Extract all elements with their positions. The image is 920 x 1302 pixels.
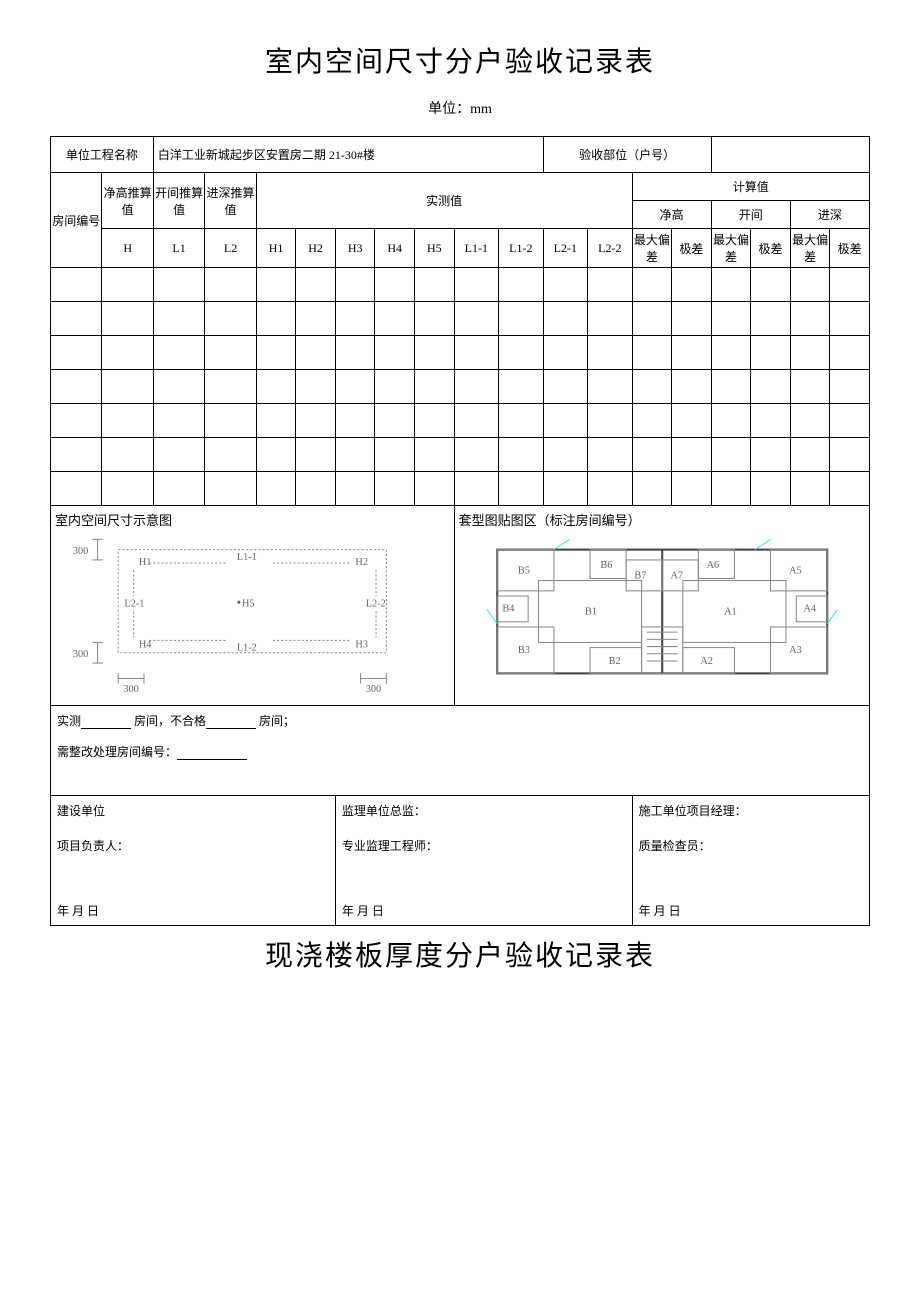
svg-text:A6: A6 (706, 560, 719, 571)
project-name-label: 单位工程名称 (51, 137, 154, 173)
svg-text:A5: A5 (789, 565, 802, 576)
svg-text:B1: B1 (584, 607, 596, 618)
main-table: 单位工程名称 白洋工业新城起步区安置房二期 21-30#楼 验收部位（户号） 房… (50, 136, 870, 926)
svg-text:B5: B5 (517, 565, 529, 576)
svg-text:H4: H4 (139, 640, 152, 651)
col-H4: H4 (375, 229, 415, 268)
summary-cell: 实测 房间，不合格 房间； 需整改处理房间编号： (51, 706, 870, 796)
diagram-right: 套型图贴图区（标注房间编号） B5 B6 B7 B4 B1 B3 B2 A7 A… (454, 506, 869, 706)
col-H3: H3 (335, 229, 375, 268)
summary-line1-a: 实测 (57, 714, 81, 728)
table-row (51, 336, 870, 370)
col-neth-design: 净高推算值 (102, 173, 153, 229)
sig-3b: 质量检查员： (639, 837, 863, 854)
sig-col-1: 建设单位 项目负责人： 年 月 日 (51, 796, 336, 926)
col-maxdev-2: 最大偏差 (711, 229, 751, 268)
col-L2-2: L2-2 (588, 229, 633, 268)
sig-3a: 施工单位项目经理： (639, 802, 863, 819)
svg-text:L1-2: L1-2 (237, 643, 257, 654)
unit-label: 单位：mm (50, 98, 870, 118)
col-room-no: 房间编号 (51, 173, 102, 268)
sig-col-2: 监理单位总监： 专业监理工程师： 年 月 日 (335, 796, 632, 926)
svg-text:B4: B4 (502, 604, 514, 615)
svg-text:L1-1: L1-1 (237, 552, 257, 563)
sig-date-2: 年 月 日 (342, 902, 384, 919)
sig-col-3: 施工单位项目经理： 质量检查员： 年 月 日 (632, 796, 869, 926)
diagram-left: 室内空间尺寸示意图 H1 H2 H3 H4 H5 L1-1 L1-2 L2-1 … (51, 506, 455, 706)
svg-text:300: 300 (366, 684, 381, 694)
sig-date-1: 年 月 日 (57, 902, 99, 919)
summary-line2-a: 需整改处理房间编号： (57, 745, 177, 759)
svg-text:B7: B7 (634, 571, 646, 582)
svg-text:H3: H3 (355, 640, 368, 651)
svg-text:A4: A4 (803, 604, 816, 615)
col-range-2: 极差 (751, 229, 791, 268)
sig-date-3: 年 月 日 (639, 902, 681, 919)
svg-text:A7: A7 (670, 571, 683, 582)
page-title-2: 现浇楼板厚度分户验收记录表 (50, 934, 870, 974)
svg-text:B6: B6 (600, 560, 612, 571)
svg-text:A2: A2 (700, 656, 713, 667)
table-row (51, 302, 870, 336)
col-range-3: 极差 (830, 229, 870, 268)
svg-text:A3: A3 (789, 645, 802, 656)
col-L1-1: L1-1 (454, 229, 499, 268)
summary-line1-b: 房间，不合格 (134, 714, 206, 728)
col-H2: H2 (296, 229, 336, 268)
sig-1a: 建设单位 (57, 802, 329, 819)
col-measured: 实测值 (256, 173, 632, 229)
col-maxdev-1: 最大偏差 (632, 229, 672, 268)
col-H1: H1 (256, 229, 296, 268)
svg-text:B2: B2 (608, 656, 620, 667)
inspect-part-label: 验收部位（户号） (543, 137, 711, 173)
sig-2b: 专业监理工程师： (342, 837, 626, 854)
summary-line1-c: 房间； (259, 714, 295, 728)
col-range-1: 极差 (672, 229, 712, 268)
svg-text:L2-1: L2-1 (124, 598, 144, 609)
col-L2: L2 (205, 229, 256, 268)
col-span: 开间 (711, 201, 790, 229)
diagram-right-label: 套型图贴图区（标注房间编号） (459, 510, 865, 529)
svg-text:H5: H5 (242, 598, 255, 609)
svg-text:L2-2: L2-2 (366, 598, 386, 609)
page-title: 室内空间尺寸分户验收记录表 (50, 40, 870, 80)
col-neth: 净高 (632, 201, 711, 229)
inspect-part-value (711, 137, 869, 173)
svg-text:300: 300 (73, 649, 88, 660)
sig-2a: 监理单位总监： (342, 802, 626, 819)
project-name-value: 白洋工业新城起步区安置房二期 21-30#楼 (153, 137, 543, 173)
diagram-left-label: 室内空间尺寸示意图 (55, 510, 450, 529)
dimension-diagram-icon: H1 H2 H3 H4 H5 L1-1 L1-2 L2-1 L2-2 300 (55, 529, 450, 694)
svg-text:H2: H2 (355, 557, 368, 568)
col-calc: 计算值 (632, 173, 869, 201)
col-maxdev-3: 最大偏差 (790, 229, 830, 268)
svg-text:B3: B3 (517, 645, 529, 656)
col-span-design: 开间推算值 (153, 173, 204, 229)
table-row (51, 370, 870, 404)
table-row (51, 268, 870, 302)
col-L1-2: L1-2 (499, 229, 544, 268)
col-H5: H5 (415, 229, 455, 268)
svg-text:300: 300 (123, 684, 138, 694)
floorplan-icon: B5 B6 B7 B4 B1 B3 B2 A7 A6 A5 A1 A4 A3 A… (459, 529, 865, 694)
col-L2-1: L2-1 (543, 229, 588, 268)
table-row (51, 438, 870, 472)
col-L1: L1 (153, 229, 204, 268)
table-row (51, 404, 870, 438)
col-H: H (102, 229, 153, 268)
col-depth: 进深 (790, 201, 869, 229)
table-row (51, 472, 870, 506)
col-depth-design: 进深推算值 (205, 173, 256, 229)
svg-text:A1: A1 (724, 607, 737, 618)
svg-text:300: 300 (73, 546, 88, 557)
sig-1b: 项目负责人： (57, 837, 329, 854)
